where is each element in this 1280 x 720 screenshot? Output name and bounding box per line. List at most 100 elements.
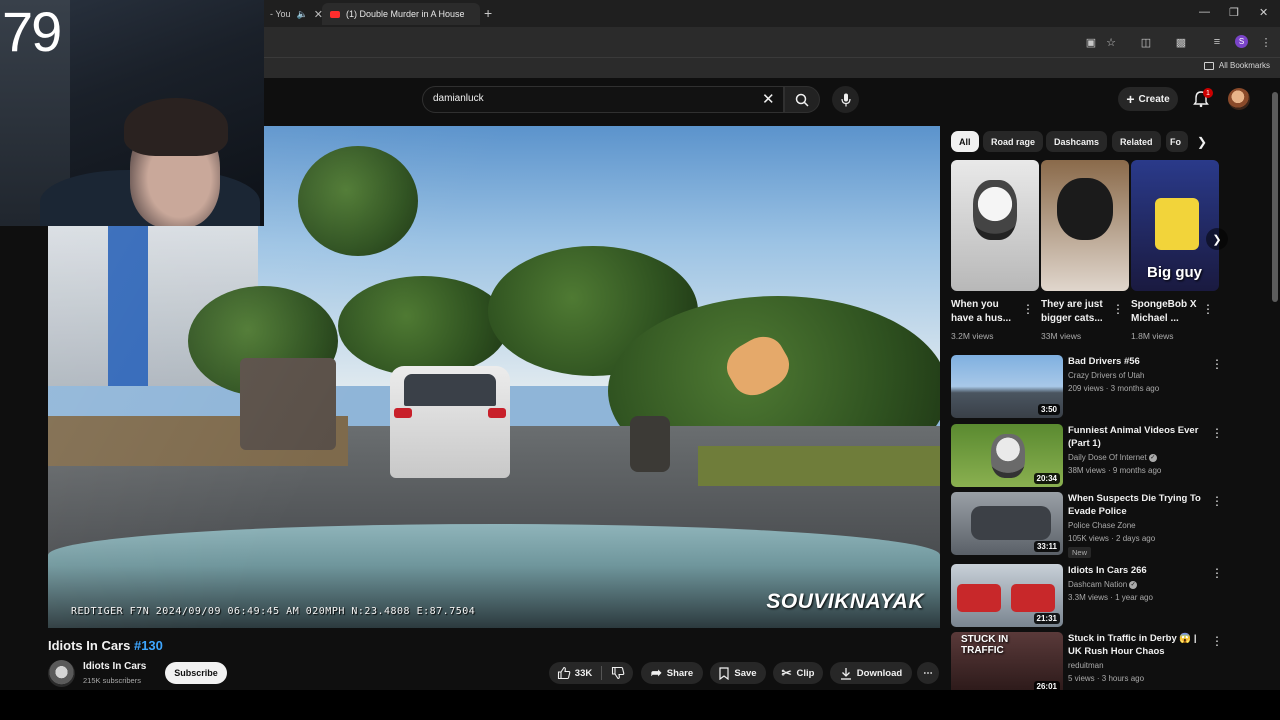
short-title[interactable]: They are just bigger cats...	[1041, 298, 1113, 326]
raccoon-figure	[991, 434, 1025, 478]
video-title: Idiots In Cars #130	[48, 638, 163, 653]
short-menu-icon[interactable]: ⋮	[1202, 302, 1214, 316]
share-label: Share	[666, 667, 694, 679]
chip-road-rage[interactable]: Road rage	[983, 131, 1044, 152]
short-thumbnail-husky[interactable]	[951, 160, 1039, 291]
save-button[interactable]: Save	[710, 662, 766, 684]
channel-subscriber-count: 215K subscribers	[83, 676, 141, 685]
recommendation-thumbnail[interactable]: STUCK IN TRAFFIC 26:01	[951, 632, 1063, 695]
thumbnail-overlay-text: STUCK IN TRAFFIC	[961, 634, 1009, 656]
short-views: 1.8M views	[1131, 331, 1174, 341]
new-tab-button[interactable]: +	[484, 5, 492, 21]
create-button[interactable]: + Create	[1118, 87, 1178, 111]
search-query[interactable]: damianluck	[433, 93, 484, 104]
chip-related[interactable]: Related	[1112, 131, 1161, 152]
recommendation-menu-icon[interactable]: ⋮	[1211, 494, 1223, 508]
share-button[interactable]: ➦ Share	[641, 662, 703, 684]
tab-label: (1) Double Murder in A House	[346, 9, 464, 19]
red-car-figure	[1011, 584, 1055, 612]
chips-next-chevron-icon[interactable]: ❯	[1197, 135, 1207, 149]
subscribe-button[interactable]: Subscribe	[165, 662, 227, 684]
bookmark-star-icon[interactable]: ☆	[1104, 35, 1118, 49]
recommendation-thumbnail[interactable]: 20:34	[951, 424, 1063, 487]
recommendation-title[interactable]: Idiots In Cars 266	[1068, 564, 1210, 577]
recommendation-channel[interactable]: Crazy Drivers of Utah	[1068, 371, 1144, 380]
short-thumbnail-cat[interactable]	[1041, 160, 1129, 291]
cast-icon[interactable]: ▩	[1174, 35, 1188, 49]
media-control-icon[interactable]: ≡	[1210, 35, 1224, 49]
video-duration: 3:50	[1037, 404, 1060, 415]
recommendation-item[interactable]: STUCK IN TRAFFIC 26:01 Stuck in Traffic …	[951, 632, 1223, 696]
recommendation-thumbnail[interactable]: 21:31	[951, 564, 1063, 627]
dashcam-osd-text: REDTIGER F7N 2024/09/09 06:49:45 AM 020M…	[71, 606, 476, 617]
recommendation-thumbnail[interactable]: 33:11	[951, 492, 1063, 555]
download-button[interactable]: Download	[830, 662, 912, 684]
install-app-icon[interactable]: ▣	[1084, 35, 1098, 49]
recommendation-meta: 3.3M views · 1 year ago	[1068, 593, 1153, 602]
verified-check-icon: ✓	[1148, 453, 1157, 462]
recommendation-title[interactable]: When Suspects Die Trying To Evade Police	[1068, 492, 1210, 518]
recommendation-thumbnail[interactable]: 3:50	[951, 355, 1063, 418]
scrollbar-thumb[interactable]	[1272, 92, 1278, 302]
recommendation-meta: 209 views · 3 months ago	[1068, 384, 1160, 393]
tab-youtube[interactable]: - You 🔈 ✕	[262, 3, 322, 25]
minimize-icon[interactable]: —	[1199, 6, 1210, 18]
profile-avatar[interactable]: S	[1235, 35, 1248, 48]
short-title[interactable]: SpongeBob X Michael ...	[1131, 298, 1203, 326]
restore-icon[interactable]: ❐	[1229, 6, 1239, 19]
recommendation-item[interactable]: 20:34 Funniest Animal Videos Ever (Part …	[951, 424, 1223, 488]
recommendation-title[interactable]: Funniest Animal Videos Ever (Part 1)	[1068, 424, 1210, 450]
red-car-figure	[957, 584, 1001, 612]
recommendation-channel[interactable]: reduitman	[1068, 661, 1104, 670]
recommendation-meta: 38M views · 9 months ago	[1068, 466, 1162, 475]
recommendation-channel[interactable]: Police Chase Zone	[1068, 521, 1136, 530]
short-menu-icon[interactable]: ⋮	[1112, 302, 1124, 316]
recommendation-menu-icon[interactable]: ⋮	[1211, 566, 1223, 580]
recommendation-channel[interactable]: Dashcam Nation ✓	[1068, 580, 1138, 589]
recommendation-title[interactable]: Bad Drivers #56	[1068, 355, 1210, 368]
recommendation-menu-icon[interactable]: ⋮	[1211, 634, 1223, 648]
speaker-icon[interactable]: 🔈	[297, 9, 308, 20]
close-tab-icon[interactable]: ✕	[314, 8, 322, 21]
like-button[interactable]: 33K	[557, 666, 592, 680]
short-views: 3.2M views	[951, 331, 994, 341]
recommendation-item[interactable]: 33:11 When Suspects Die Trying To Evade …	[951, 492, 1223, 558]
recommendation-title[interactable]: Stuck in Traffic in Derby 😱 | UK Rush Ho…	[1068, 632, 1210, 658]
voice-search-button[interactable]	[832, 86, 859, 113]
search-icon	[795, 93, 809, 107]
clear-search-icon[interactable]: ✕	[762, 90, 775, 108]
short-menu-icon[interactable]: ⋮	[1022, 302, 1034, 316]
video-title-hashtag[interactable]: #130	[134, 638, 163, 653]
tab-double-murder[interactable]: (1) Double Murder in A House	[322, 3, 480, 25]
recommendation-item[interactable]: 21:31 Idiots In Cars 266 Dashcam Nation ✓…	[951, 564, 1223, 628]
short-thumbnail-spongebob[interactable]: Big guy	[1131, 160, 1219, 291]
clip-button[interactable]: ✂ Clip	[773, 662, 823, 684]
chip-all[interactable]: All	[951, 131, 979, 152]
recommendation-channel[interactable]: Daily Dose Of Internet ✓	[1068, 453, 1157, 462]
all-bookmarks-label: All Bookmarks	[1218, 61, 1270, 70]
like-count: 33K	[574, 667, 593, 679]
short-views: 33M views	[1041, 331, 1082, 341]
account-avatar[interactable]	[1228, 88, 1250, 110]
all-bookmarks-button[interactable]: All Bookmarks	[1203, 61, 1270, 70]
close-window-icon[interactable]: ✕	[1259, 6, 1268, 19]
chip-partial[interactable]: Fo	[1166, 131, 1188, 152]
recommendation-item[interactable]: 3:50 Bad Drivers #56 Crazy Drivers of Ut…	[951, 355, 1223, 419]
browser-menu-icon[interactable]: ⋮	[1259, 35, 1273, 49]
thumbs-down-icon[interactable]	[611, 666, 625, 680]
more-actions-button[interactable]: ⋯	[917, 662, 939, 684]
channel-name[interactable]: Idiots In Cars	[83, 661, 146, 672]
tab-label: - You	[270, 9, 291, 19]
channel-avatar[interactable]	[48, 660, 75, 687]
webcam-person-hair	[124, 98, 228, 156]
recommendation-menu-icon[interactable]: ⋮	[1211, 357, 1223, 371]
chip-dashcams[interactable]: Dashcams	[1046, 131, 1108, 152]
recommendation-menu-icon[interactable]: ⋮	[1211, 426, 1223, 440]
short-title[interactable]: When you have a hus...	[951, 298, 1023, 326]
save-label: Save	[734, 667, 757, 679]
crashed-car-figure	[971, 506, 1051, 540]
create-label: Create	[1138, 93, 1170, 105]
shorts-next-arrow-icon[interactable]: ❯	[1206, 228, 1228, 250]
extensions-icon[interactable]: ◫	[1139, 35, 1153, 49]
search-button[interactable]	[784, 86, 820, 113]
